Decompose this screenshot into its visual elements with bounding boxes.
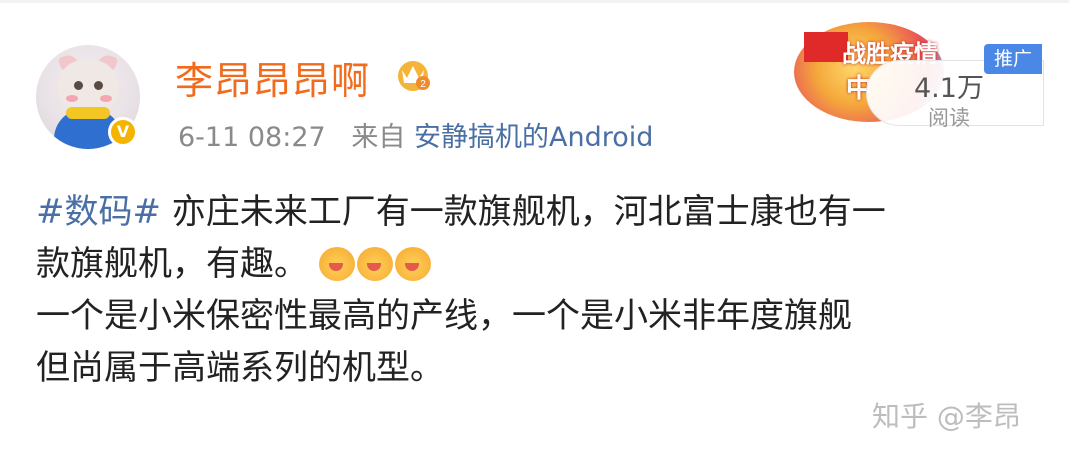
post-line: #数码# 亦庄未来工厂有一款旗舰机，河北富士康也有一 (36, 186, 1036, 238)
post-text: 亦庄未来工厂有一款旗舰机，河北富士康也有一 (171, 192, 886, 232)
post-time: 6-11 08:27 (178, 122, 326, 153)
verified-badge-icon: V (108, 117, 138, 147)
read-label: 阅读 (928, 106, 970, 130)
heart-eyes-emoji-icon (394, 247, 431, 281)
watermark: 知乎 @李昂 (872, 400, 1021, 433)
svg-text:2: 2 (420, 79, 426, 90)
top-divider (0, 0, 1069, 3)
source-link[interactable]: 安静搞机的Android (414, 122, 653, 153)
post-line: 但尚属于高端系列的机型。 (36, 348, 444, 388)
avatar-eye (94, 81, 103, 90)
crown-icon: 2 (398, 61, 430, 91)
avatar-scarf (66, 107, 110, 119)
avatar-cheek (66, 95, 78, 102)
avatar-cat-face (58, 59, 118, 113)
avatar-eye (74, 81, 83, 90)
heart-eyes-emoji-icon (356, 247, 393, 281)
topic-link[interactable]: #数码# (36, 192, 161, 232)
post-line: 一个是小米保密性最高的产线，一个是小米非年度旗舰 (36, 296, 852, 336)
post-line: 款旗舰机，有趣。 (36, 238, 1036, 290)
post-meta: 6-11 08:27 来自 安静搞机的Android (178, 115, 653, 154)
source-prefix: 来自 (351, 122, 406, 153)
heart-eyes-emoji-icon (318, 247, 355, 281)
post-body: #数码# 亦庄未来工厂有一款旗舰机，河北富士康也有一 款旗舰机，有趣。 一个是小… (36, 186, 1036, 394)
username[interactable]: 李昂昂昂啊 (175, 50, 370, 105)
promo-tag[interactable]: 推广 (984, 44, 1042, 74)
promo-card[interactable]: 战胜疫情 中 4.1万 阅读 推广 (794, 14, 1044, 130)
read-count: 4.1万 (914, 73, 984, 104)
post-text: 款旗舰机，有趣。 (36, 244, 308, 284)
avatar-cheek (100, 95, 112, 102)
